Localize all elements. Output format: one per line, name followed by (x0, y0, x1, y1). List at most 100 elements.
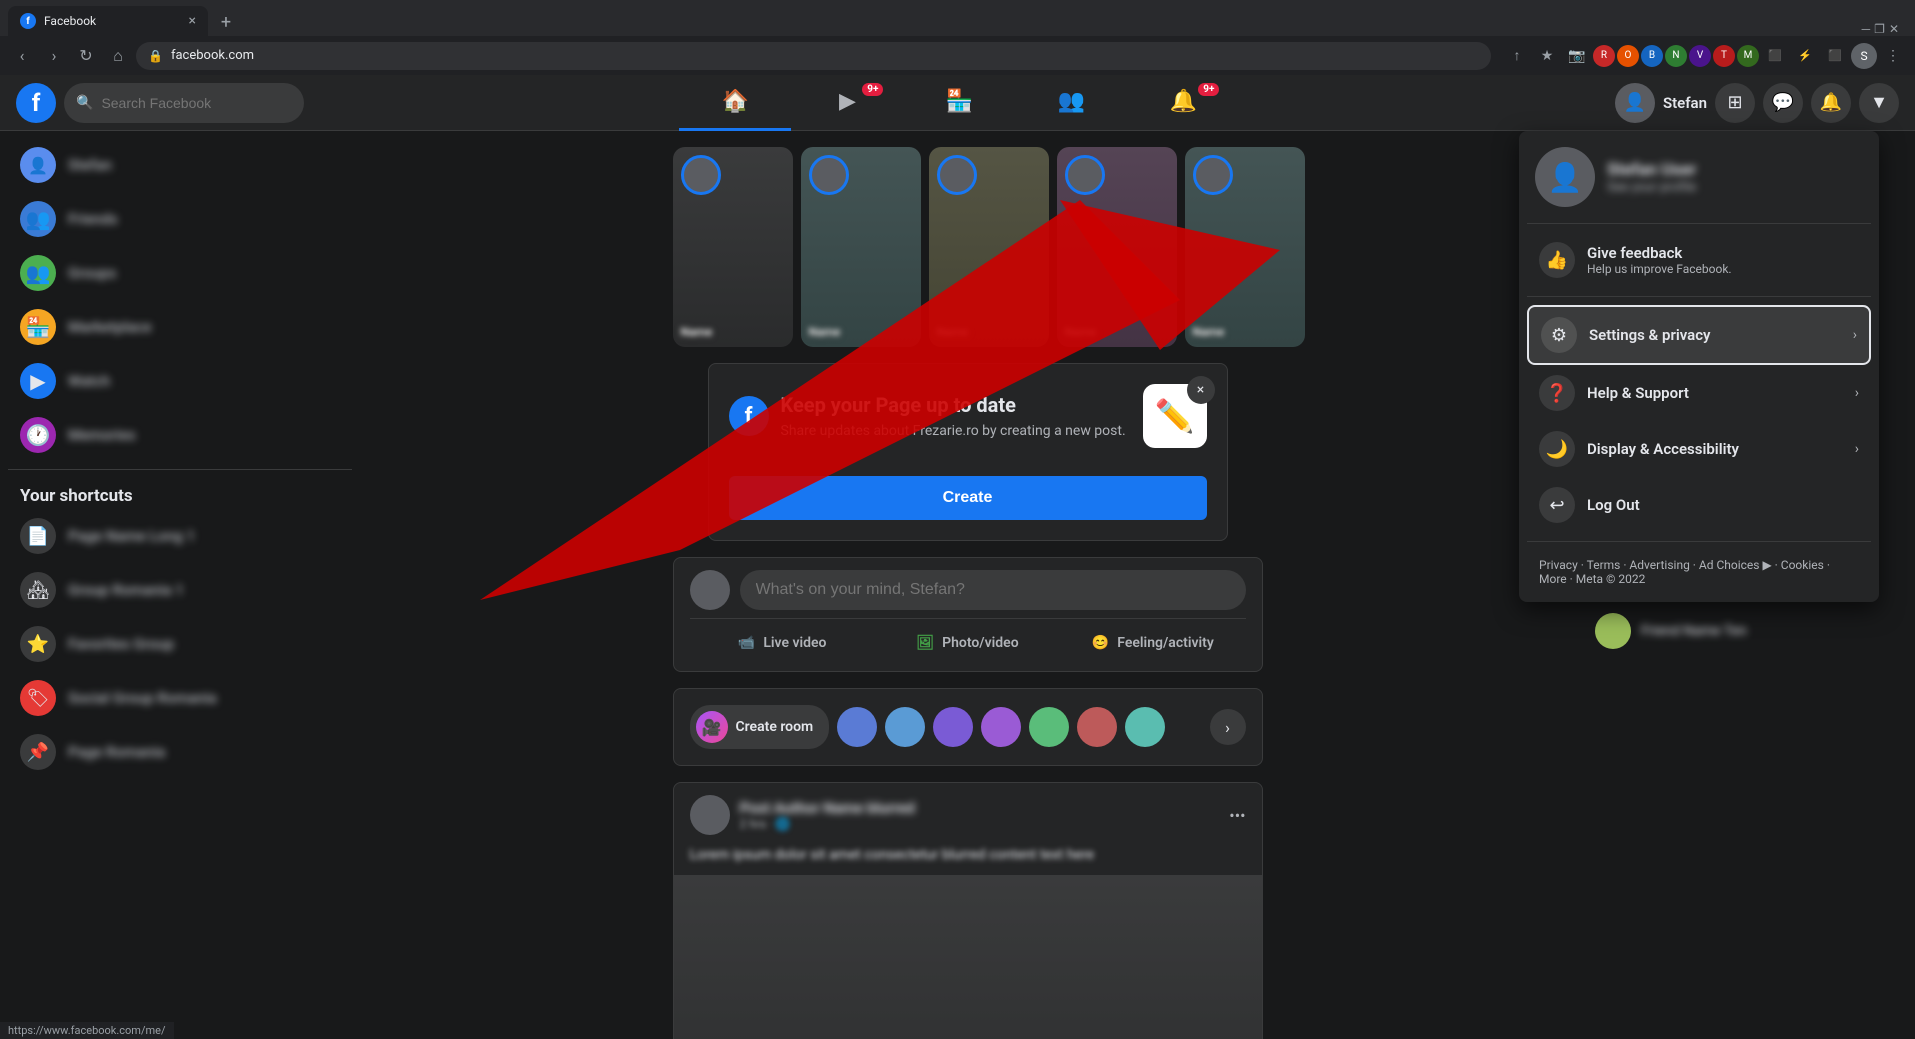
sidebar-item-marketplace[interactable]: 🏪 Marketplace (8, 301, 352, 353)
dropdown-display-accessibility[interactable]: 🌙 Display & Accessibility › (1527, 421, 1871, 477)
browser-menu-btn[interactable]: ⋮ (1879, 42, 1907, 70)
story-ring-3 (937, 155, 977, 195)
help-icon: ❓ (1539, 375, 1575, 411)
sidebar-item-profile[interactable]: 👤 Stefan (8, 139, 352, 191)
ext-icon-5[interactable]: V (1689, 45, 1711, 67)
window-close[interactable]: ✕ (1889, 22, 1899, 36)
sidebar-avatar-profile: 👤 (20, 147, 56, 183)
search-box[interactable]: 🔍 (64, 83, 304, 123)
nav-marketplace[interactable]: 🏪 (903, 75, 1015, 131)
ext-icon-4[interactable]: N (1665, 45, 1687, 67)
search-input[interactable] (101, 95, 281, 111)
screenshot-btn[interactable]: 📷 (1563, 42, 1591, 70)
dropdown-profile-name: Stefan User (1607, 160, 1696, 180)
contact-name-10: Friend Name Ten (1641, 623, 1747, 639)
sidebar-shortcut-2[interactable]: 🏘 Group Romania 1 (8, 564, 352, 616)
bookmark-btn[interactable]: ★ (1533, 42, 1561, 70)
live-video-btn[interactable]: 📹 Live video (690, 627, 875, 659)
feed-post-header: Post Author Name blurred 2 hrs · 🌐 ••• (674, 783, 1262, 847)
active-tab[interactable]: f Facebook × (8, 6, 208, 36)
nav-home[interactable]: 🏠 (679, 75, 791, 131)
dropdown-logout[interactable]: ↩ Log Out (1527, 477, 1871, 533)
room-avatar-5 (1029, 707, 1069, 747)
room-next-btn[interactable]: › (1210, 709, 1246, 745)
ext-icon-2[interactable]: O (1617, 45, 1639, 67)
url-bar[interactable]: 🔒 facebook.com (136, 42, 1491, 70)
dropdown-give-feedback[interactable]: 👍 Give feedback Help us improve Facebook… (1527, 232, 1871, 288)
post-more-btn[interactable]: ••• (1229, 806, 1245, 825)
photo-video-btn[interactable]: 🖼 Photo/video (875, 627, 1060, 659)
post-box: 📹 Live video 🖼 Photo/video 😊 Feeling/act… (673, 557, 1263, 672)
dropdown-settings-privacy[interactable]: ⚙ Settings & privacy › (1527, 305, 1871, 365)
sidebar-item-watch[interactable]: ▶ Watch (8, 355, 352, 407)
nav-center: 🏠 ▶ 9+ 🏪 👥 🔔 9+ (304, 75, 1615, 131)
sidebar-shortcut-5[interactable]: 📌 Page Romania (8, 726, 352, 778)
window-restore[interactable]: ❐ (1874, 22, 1885, 36)
modal-close-btn[interactable]: × (1187, 376, 1215, 404)
nav-video[interactable]: ▶ 9+ (791, 75, 903, 131)
extensions-btn[interactable]: ↑ (1503, 42, 1531, 70)
ext-icon-3[interactable]: B (1641, 45, 1663, 67)
dropdown-profile-info: Stefan User See your profile (1607, 160, 1696, 195)
sidebar-shortcut-4[interactable]: 🏷 Social Group Romania (8, 672, 352, 724)
ext-icon-1[interactable]: R (1593, 45, 1615, 67)
post-input[interactable] (740, 570, 1246, 610)
feed-post-meta: Post Author Name blurred 2 hrs · 🌐 (740, 799, 1220, 831)
story-card-4[interactable]: Name (1057, 147, 1177, 347)
ext-icon-10[interactable]: ⬛ (1821, 42, 1849, 70)
dropdown-divider-2 (1527, 296, 1871, 297)
profile-button[interactable]: 👤 Stefan (1615, 83, 1707, 123)
live-video-label: Live video (763, 635, 826, 651)
account-dropdown-menu: 👤 Stefan User See your profile 👍 Give fe… (1519, 131, 1879, 602)
refresh-button[interactable]: ↻ (72, 42, 100, 70)
messenger-btn[interactable]: 💬 (1763, 83, 1803, 123)
give-feedback-text: Give feedback Help us improve Facebook. (1587, 244, 1859, 276)
dropdown-profile-row[interactable]: 👤 Stefan User See your profile (1527, 139, 1871, 215)
nav-notifications[interactable]: 🔔 9+ (1127, 75, 1239, 131)
create-room-label: Create room (736, 719, 814, 735)
ext-icon-7[interactable]: M (1737, 45, 1759, 67)
help-text: Help & Support (1587, 384, 1843, 402)
sidebar-divider-1 (8, 469, 352, 470)
room-row: 🎥 Create room › (690, 697, 1246, 757)
apps-menu-btn[interactable]: ⊞ (1715, 83, 1755, 123)
story-card-2[interactable]: Name (801, 147, 921, 347)
contact-item-10[interactable]: Friend Name Ten (1583, 607, 1907, 655)
modal-create-button[interactable]: Create (729, 476, 1207, 520)
sidebar-item-friends[interactable]: 👥 Friends (8, 193, 352, 245)
sidebar-label-watch: Watch (68, 372, 110, 390)
top-nav: f 🔍 🏠 ▶ 9+ 🏪 👥 🔔 9+ (0, 75, 1915, 131)
ext-icon-6[interactable]: T (1713, 45, 1735, 67)
room-avatar-4 (981, 707, 1021, 747)
feeling-activity-btn[interactable]: 😊 Feeling/activity (1060, 627, 1245, 659)
create-room-btn[interactable]: 🎥 Create room (690, 705, 830, 749)
sidebar-item-groups[interactable]: 👥 Groups (8, 247, 352, 299)
ext-icon-9[interactable]: ⚡ (1791, 42, 1819, 70)
sidebar-shortcut-1[interactable]: 📄 Page Name Long 1 (8, 510, 352, 562)
home-button[interactable]: ⌂ (104, 42, 132, 70)
alerts-btn[interactable]: 🔔 (1811, 83, 1851, 123)
browser-profile-icon[interactable]: S (1851, 43, 1877, 69)
logout-label: Log Out (1587, 496, 1859, 514)
nav-groups[interactable]: 👥 (1015, 75, 1127, 131)
account-dropdown-btn[interactable]: ▼ (1859, 83, 1899, 123)
room-avatar-7 (1125, 707, 1165, 747)
sidebar-shortcut-3[interactable]: ⭐ Favorites Group (8, 618, 352, 670)
story-card-3[interactable]: Name (929, 147, 1049, 347)
video-icon: ▶ (839, 89, 856, 114)
dropdown-help-support[interactable]: ❓ Help & Support › (1527, 365, 1871, 421)
give-feedback-label: Give feedback (1587, 244, 1859, 262)
forward-button[interactable]: › (40, 42, 68, 70)
dropdown-footer: Privacy · Terms · Advertising · Ad Choic… (1527, 550, 1871, 594)
window-minimize[interactable]: ─ (1862, 22, 1871, 36)
story-card-5[interactable]: Name (1185, 147, 1305, 347)
back-button[interactable]: ‹ (8, 42, 36, 70)
fb-logo[interactable]: f (16, 83, 56, 123)
dropdown-divider-3 (1527, 541, 1871, 542)
tab-close-btn[interactable]: × (189, 13, 196, 29)
sidebar-item-memories[interactable]: 🕐 Memories (8, 409, 352, 461)
ext-icon-8[interactable]: ⬛ (1761, 42, 1789, 70)
new-tab-button[interactable]: + (212, 8, 240, 36)
story-card-1[interactable]: Name (673, 147, 793, 347)
sidebar-avatar-marketplace: 🏪 (20, 309, 56, 345)
